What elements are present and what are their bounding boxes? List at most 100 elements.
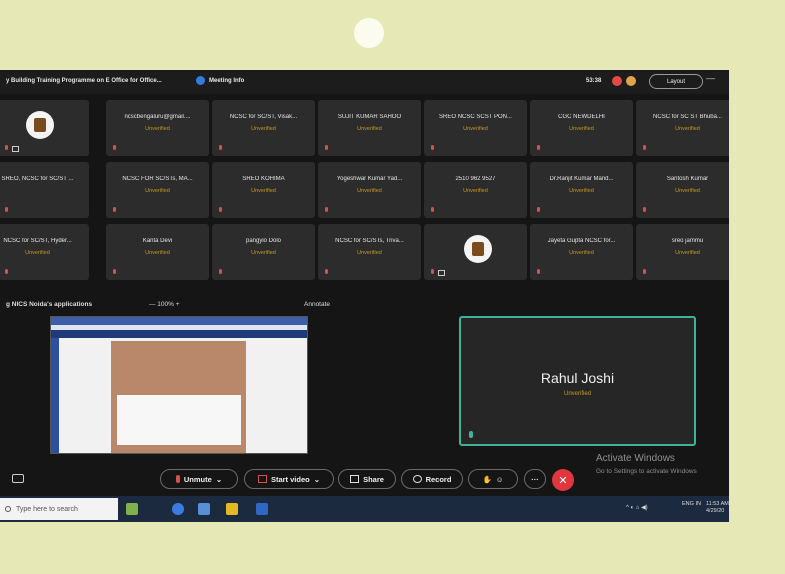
participant-status: Unverified bbox=[357, 126, 382, 132]
activate-windows-title: Activate Windows bbox=[596, 453, 675, 464]
participant-name: SUJIT KUMAR SAHOO bbox=[337, 114, 402, 120]
mic-muted-icon bbox=[642, 207, 648, 214]
participant-status: Unverified bbox=[251, 250, 276, 256]
mic-muted-icon bbox=[536, 145, 542, 152]
annotate-button[interactable]: Annotate bbox=[304, 301, 330, 308]
minimize-icon[interactable]: — bbox=[706, 73, 715, 83]
meeting-info-label: Meeting Info bbox=[209, 77, 245, 84]
active-speaker-tile: Rahul Joshi Unverified bbox=[459, 316, 696, 446]
participant-name: SREO, NCSC for SC/ST ... bbox=[1, 176, 74, 182]
lock-status-icon bbox=[626, 76, 636, 86]
language-indicator[interactable]: ENG IN bbox=[682, 501, 701, 508]
cortana-icon[interactable] bbox=[126, 503, 138, 515]
zoom-control[interactable]: — 100% + bbox=[149, 301, 180, 308]
participant-status: Unverified bbox=[463, 188, 488, 194]
system-tray[interactable]: ^ ◐ ⌂ ◀) bbox=[626, 504, 648, 511]
participant-tile[interactable]: Yogeshwar Kumar Yad... Unverified bbox=[318, 162, 421, 218]
meeting-toolbar: Unmute ⌄ Start video ⌄ Share Record ✋ ☺ … bbox=[0, 466, 729, 492]
participant-tile[interactable]: NCSC for SC/STs, Triva... Unverified bbox=[318, 224, 421, 280]
start-video-button[interactable]: Start video ⌄ bbox=[244, 469, 334, 489]
participant-name: pangyio Dolo bbox=[245, 238, 282, 244]
record-icon bbox=[412, 475, 422, 483]
participant-tile[interactable]: ncscbengaluru@gmail.... Unverified bbox=[106, 100, 209, 156]
participant-name: CGC NEWDELHI bbox=[558, 114, 605, 120]
mic-muted-icon bbox=[112, 145, 118, 152]
participant-tile[interactable]: Jayeta Gupta NCSC for... Unverified bbox=[530, 224, 633, 280]
clock-date: 4/29/20 bbox=[706, 508, 725, 514]
mic-muted-icon bbox=[536, 269, 542, 276]
mic-muted-icon bbox=[536, 207, 542, 214]
unmute-button[interactable]: Unmute ⌄ bbox=[160, 469, 238, 489]
participant-status: Unverified bbox=[145, 188, 170, 194]
webex-icon[interactable] bbox=[256, 503, 268, 515]
participant-tile[interactable]: SUJIT KUMAR SAHOO Unverified bbox=[318, 100, 421, 156]
record-button[interactable]: Record bbox=[401, 469, 463, 489]
participant-tile[interactable]: Kanta Devi Unverified bbox=[106, 224, 209, 280]
taskbar-search[interactable]: Type here to search bbox=[0, 498, 118, 520]
participant-status: Unverified bbox=[463, 126, 488, 132]
participant-status: Unverified bbox=[357, 188, 382, 194]
meeting-title: y Building Training Programme on E Offic… bbox=[6, 78, 162, 84]
mic-muted-icon bbox=[430, 207, 436, 214]
participant-name: Dr.Ranjit Kumar Mand... bbox=[549, 176, 614, 182]
participant-tile[interactable]: Dr.Ranjit Kumar Mand... Unverified bbox=[530, 162, 633, 218]
participant-tile[interactable]: SREO NCSC SCST PON... Unverified bbox=[424, 100, 527, 156]
chevron-down-icon: ⌄ bbox=[215, 474, 223, 484]
windows-taskbar: Type here to search ^ ◐ ⌂ ◀) ENG IN 11:5… bbox=[0, 496, 729, 522]
participant-tile[interactable]: CGC NEWDELHI Unverified bbox=[530, 100, 633, 156]
participant-name: NCSC for SC/STs, Triva... bbox=[335, 238, 404, 244]
mic-muted-icon bbox=[4, 269, 10, 276]
mic-muted-icon bbox=[218, 145, 224, 152]
participant-tile[interactable]: NCSC for SC ST Bhuba... Unverified bbox=[636, 100, 729, 156]
participant-status: Unverified bbox=[357, 250, 382, 256]
webex-screen: y Building Training Programme on E Offic… bbox=[0, 70, 729, 522]
avatar bbox=[464, 235, 492, 263]
end-call-button[interactable]: ✕ bbox=[552, 469, 574, 491]
participant-tile[interactable]: SREO, NCSC for SC/ST ... bbox=[0, 162, 89, 218]
mic-muted-icon bbox=[642, 145, 648, 152]
reactions-button[interactable]: ✋ ☺ bbox=[468, 469, 518, 489]
participant-tile[interactable] bbox=[0, 100, 89, 156]
mic-muted-icon bbox=[4, 145, 10, 152]
participant-tile[interactable]: 2510 962 9527 Unverified bbox=[424, 162, 527, 218]
screen-share-icon bbox=[12, 146, 19, 152]
file-explorer-icon[interactable] bbox=[198, 503, 210, 515]
start-video-label: Start video bbox=[270, 474, 310, 484]
record-status-icon bbox=[612, 76, 622, 86]
participant-tile[interactable]: pangyio Dolo Unverified bbox=[212, 224, 315, 280]
participant-status: Unverified bbox=[675, 126, 700, 132]
meeting-info-button[interactable]: Meeting Info bbox=[196, 76, 244, 85]
participant-name: 2510 962 9527 bbox=[455, 176, 496, 182]
mic-muted-icon bbox=[218, 269, 224, 276]
participant-tile[interactable] bbox=[424, 224, 527, 280]
edge-icon[interactable] bbox=[172, 503, 184, 515]
participant-tile[interactable]: Santosh Kumar Unverified bbox=[636, 162, 729, 218]
participant-status: Unverified bbox=[25, 250, 50, 256]
taskbar-clock[interactable]: 11:53 AM 4/29/20 bbox=[706, 501, 729, 515]
share-bar: g NICS Noida's applications — 100% + Ann… bbox=[0, 296, 729, 314]
folder-icon[interactable] bbox=[226, 503, 238, 515]
participant-tile[interactable]: NCSC for SC/ST, Hyder... Unverified bbox=[0, 224, 89, 280]
mic-muted-icon bbox=[430, 269, 436, 276]
avatar bbox=[26, 111, 54, 139]
participant-name: Kanta Devi bbox=[142, 238, 173, 244]
mic-muted-icon bbox=[218, 207, 224, 214]
shared-screen-preview bbox=[50, 316, 308, 454]
share-button[interactable]: Share bbox=[338, 469, 396, 489]
mic-muted-icon bbox=[430, 145, 436, 152]
layout-label: Layout bbox=[666, 78, 685, 85]
info-icon bbox=[196, 76, 205, 85]
participant-name: ncscbengaluru@gmail.... bbox=[124, 114, 191, 120]
mic-icon bbox=[469, 431, 473, 438]
participant-tile[interactable]: NCSC FOR SC/STs, MA... Unverified bbox=[106, 162, 209, 218]
chat-icon[interactable] bbox=[12, 474, 24, 483]
participant-tile[interactable]: sreo jammu Unverified bbox=[636, 224, 729, 280]
clock-time: 11:53 AM bbox=[706, 501, 729, 507]
layout-button[interactable]: Layout bbox=[649, 74, 703, 89]
more-options-button[interactable]: ··· bbox=[524, 469, 546, 489]
participant-tile[interactable]: NCSC for SC/ST, Visak... Unverified bbox=[212, 100, 315, 156]
participant-tile[interactable]: SREO KOHIMA Unverified bbox=[212, 162, 315, 218]
shared-app-menu bbox=[51, 330, 307, 338]
title-bar: y Building Training Programme on E Offic… bbox=[0, 70, 729, 94]
search-icon bbox=[5, 506, 11, 512]
